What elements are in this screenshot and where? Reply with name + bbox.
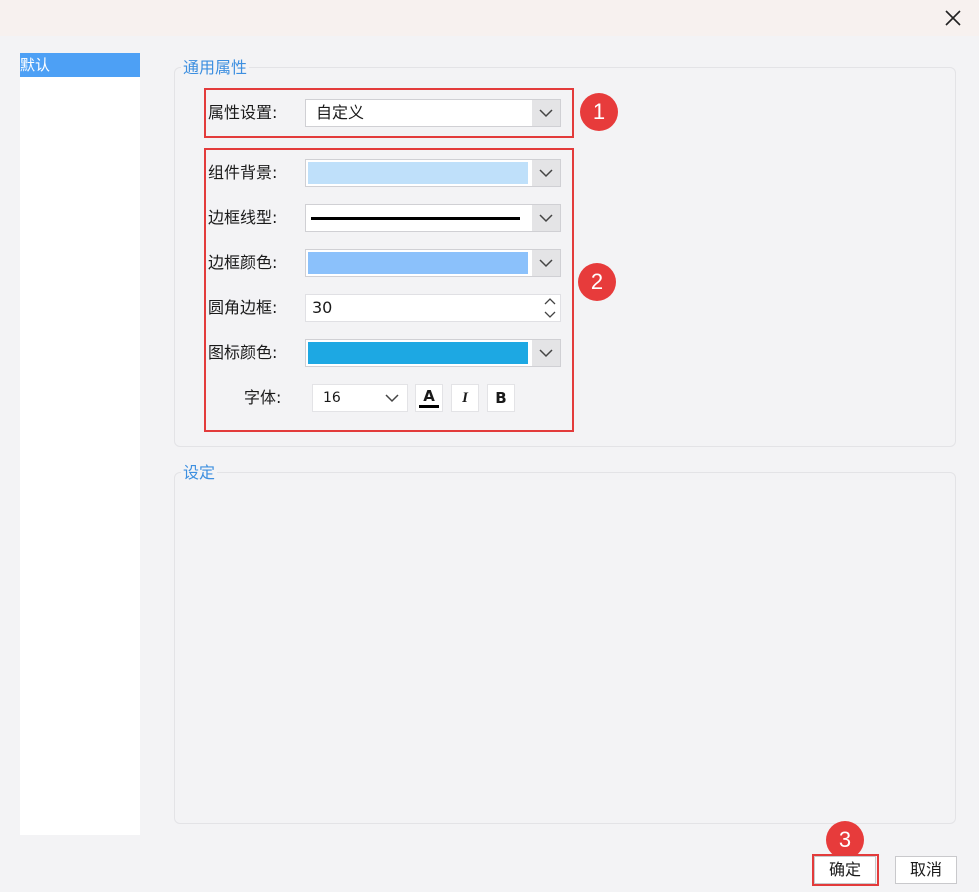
cancel-label: 取消 [909,860,942,879]
annotation-box-3 [812,854,879,886]
annotation-badge-1: 1 [580,93,618,131]
cancel-button[interactable]: 取消 [895,856,957,884]
close-button[interactable] [941,6,965,30]
style-list-item-default[interactable]: 默认 [20,53,140,77]
annotation-box-1 [204,88,574,138]
annotation-box-2 [204,148,574,432]
annotation-badge-2: 2 [578,263,616,301]
settings-legend: 设定 [181,459,218,483]
settings-group: 设定 [174,459,956,824]
close-icon [945,10,961,26]
title-bar [0,0,979,36]
general-properties-legend: 通用属性 [181,54,250,78]
